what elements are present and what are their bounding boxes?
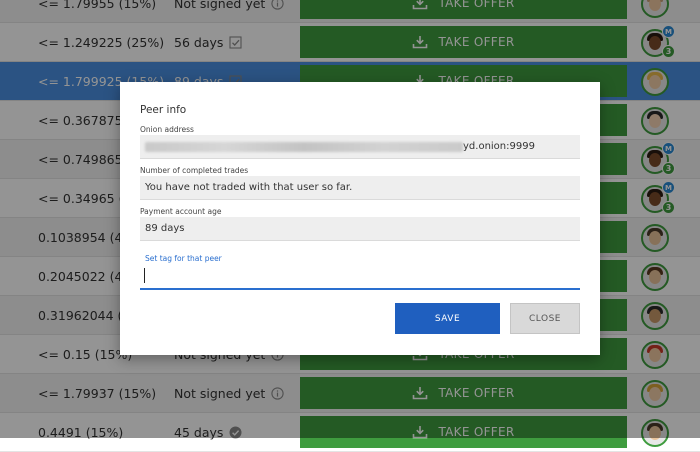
redacted-address-blur [145,141,463,152]
onion-address-value: yd.onion:9999 [463,141,535,152]
close-button[interactable]: CLOSE [510,303,580,334]
account-age-label: Payment account age [140,207,222,216]
text-caret [144,268,145,283]
onion-address-label: Onion address [140,125,194,134]
onion-address-field: yd.onion:9999 [140,135,580,159]
account-age-field: 89 days [140,217,580,241]
account-age-value: 89 days [145,223,185,234]
completed-trades-value: You have not traded with that user so fa… [145,182,353,193]
completed-trades-label: Number of completed trades [140,166,249,175]
peer-tag-label: Set tag for that peer [145,254,222,263]
peer-info-dialog: Peer info Onion address yd.onion:9999 Nu… [120,82,600,355]
save-button[interactable]: SAVE [395,303,500,334]
peer-tag-input[interactable] [140,264,580,290]
completed-trades-field: You have not traded with that user so fa… [140,176,580,200]
dialog-title: Peer info [140,104,187,116]
